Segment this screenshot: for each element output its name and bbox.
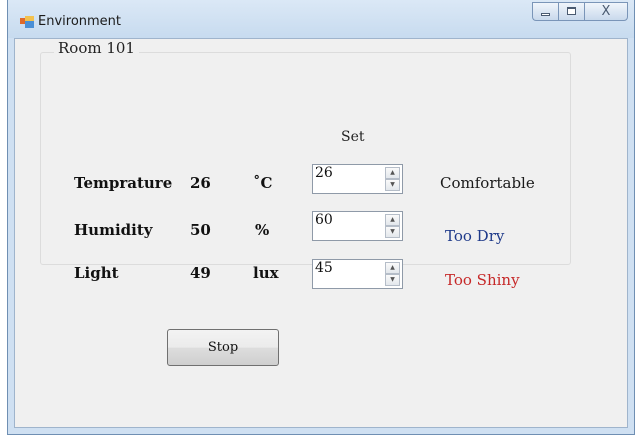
window-title: Environment bbox=[38, 14, 122, 29]
spin-down-icon[interactable]: ▼ bbox=[385, 179, 400, 191]
title-bar[interactable]: Environment X bbox=[8, 0, 634, 38]
stop-button[interactable]: Stop bbox=[167, 329, 279, 366]
minimize-icon bbox=[541, 13, 550, 16]
temperature-status: Comfortable bbox=[440, 174, 535, 192]
light-setpoint-value[interactable]: 45 bbox=[315, 260, 333, 276]
light-status: Too Shiny bbox=[445, 271, 520, 289]
spinner-arrows: ▲ ▼ bbox=[385, 214, 400, 238]
temperature-value: 26 bbox=[190, 174, 211, 192]
temperature-unit: ˚C bbox=[253, 174, 273, 192]
minimize-button[interactable] bbox=[532, 2, 558, 21]
app-icon bbox=[20, 16, 34, 28]
close-button[interactable]: X bbox=[584, 2, 628, 21]
humidity-setpoint-value[interactable]: 60 bbox=[315, 212, 333, 228]
spin-up-icon[interactable]: ▲ bbox=[385, 167, 400, 179]
humidity-value: 50 bbox=[190, 221, 211, 239]
humidity-setpoint-spinner[interactable]: 60 ▲ ▼ bbox=[312, 211, 403, 241]
temperature-setpoint-value[interactable]: 26 bbox=[315, 165, 333, 181]
humidity-label: Humidity bbox=[74, 221, 153, 239]
light-value: 49 bbox=[190, 264, 211, 282]
humidity-status: Too Dry bbox=[445, 227, 505, 245]
spinner-arrows: ▲ ▼ bbox=[385, 262, 400, 286]
spinner-arrows: ▲ ▼ bbox=[385, 167, 400, 191]
light-unit: lux bbox=[253, 264, 279, 282]
light-label: Light bbox=[74, 264, 119, 282]
groupbox-label: Room 101 bbox=[54, 39, 139, 57]
spin-down-icon[interactable]: ▼ bbox=[385, 226, 400, 238]
temperature-label: Temprature bbox=[74, 174, 173, 192]
humidity-unit: % bbox=[255, 221, 270, 239]
spin-up-icon[interactable]: ▲ bbox=[385, 262, 400, 274]
set-column-header: Set bbox=[341, 129, 365, 145]
maximize-button[interactable] bbox=[558, 2, 584, 21]
light-setpoint-spinner[interactable]: 45 ▲ ▼ bbox=[312, 259, 403, 289]
spin-down-icon[interactable]: ▼ bbox=[385, 274, 400, 286]
temperature-setpoint-spinner[interactable]: 26 ▲ ▼ bbox=[312, 164, 403, 194]
close-icon: X bbox=[601, 4, 611, 19]
spin-up-icon[interactable]: ▲ bbox=[385, 214, 400, 226]
maximize-icon bbox=[567, 7, 576, 15]
window-controls: X bbox=[532, 2, 628, 22]
